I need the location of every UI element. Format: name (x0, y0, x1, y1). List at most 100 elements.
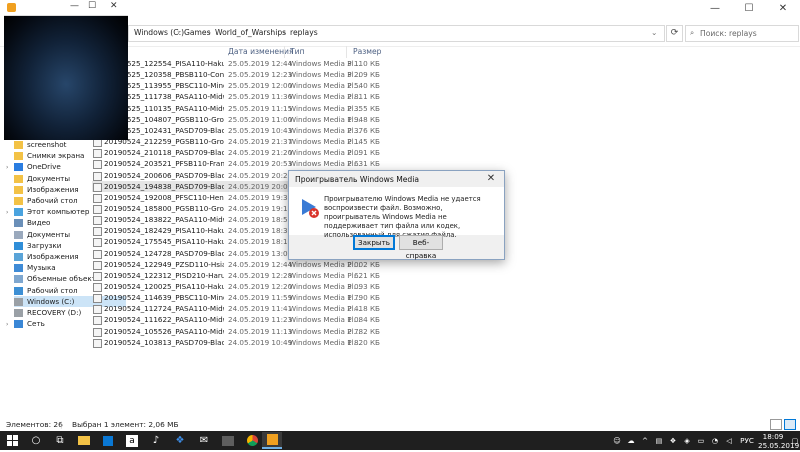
media-player-titlebar[interactable]: — ☐ ✕ (4, 0, 128, 16)
address-bar[interactable]: Windows (C:) › Games › World_of_Warships… (128, 25, 665, 42)
file-row[interactable]: 20190524_114639_PBSC110-Minotaur_00... 24… (92, 292, 382, 304)
expand-chevron-icon[interactable]: › (6, 207, 14, 218)
show-hidden-icons-icon[interactable]: ^ (640, 431, 650, 450)
game-taskbar-icon[interactable] (218, 432, 238, 449)
file-row[interactable]: 20190524_210118_PASD709-Black_16_OC... 24… (92, 147, 382, 159)
details-view-icon[interactable] (770, 419, 782, 430)
close-window-button[interactable]: ✕ (766, 0, 800, 18)
file-size: 2 782 КБ (347, 326, 380, 336)
file-row[interactable]: 20190525_122554_PISA110-Hakuryu_47_...25… (92, 58, 382, 69)
file-explorer-taskbar-icon[interactable] (74, 432, 94, 449)
media-player-taskbar-icon[interactable] (262, 432, 282, 449)
dropbox-taskbar-icon[interactable]: ❖ (170, 432, 190, 449)
notifications-icon[interactable]: ▢ (790, 431, 800, 450)
file-date: 24.05.2019 20:53 (228, 159, 293, 169)
amazon-taskbar-icon[interactable]: a (122, 432, 142, 449)
column-divider[interactable] (346, 46, 347, 58)
file-row[interactable]: 20190524_122312_PISD210-Harugumo_2... 24.… (92, 270, 382, 281)
breadcrumb-separator-icon: › (177, 28, 181, 37)
dropbox-tray-icon[interactable]: ❖ (668, 431, 678, 450)
file-row[interactable]: 20190525_111738_PASA110-Midway_45_...25.… (92, 91, 382, 103)
file-row[interactable]: 20190524_111622_PASA110-Midway_14_... 24.… (92, 314, 382, 326)
chrome-taskbar-icon[interactable] (242, 432, 262, 449)
wifi-icon[interactable]: ◔ (710, 431, 720, 450)
file-name: 20190524_194838_PASD709-Black_16_OC... (104, 181, 224, 191)
dialog-close-icon[interactable]: ✕ (478, 171, 504, 187)
file-date: 24.05.2019 11:23 (228, 315, 293, 325)
expand-chevron-icon[interactable]: › (6, 162, 14, 173)
network-tray-icon[interactable]: ▤ (654, 431, 664, 450)
column-header-size[interactable]: Размер (353, 46, 382, 58)
expand-chevron-icon[interactable]: › (6, 319, 14, 330)
amazon-music-taskbar-icon[interactable]: ♪ (146, 432, 166, 449)
pictures-folder-icon (14, 253, 23, 261)
search-input[interactable]: ⌕ Поиск: replays (685, 25, 799, 42)
maximize-button[interactable]: ☐ (732, 0, 766, 18)
nav-item-label: Документы (27, 173, 71, 183)
downloads-folder-icon (14, 241, 23, 250)
breadcrumb-separator-icon: › (283, 28, 287, 37)
file-date: 25.05.2019 11:15 (228, 103, 293, 113)
mp-close-icon[interactable]: ✕ (110, 1, 118, 11)
music-folder-icon (14, 264, 23, 273)
people-icon[interactable]: ☺ (612, 431, 622, 450)
web-help-button[interactable]: Веб-справка (399, 235, 443, 260)
file-row[interactable]: 20190524_122949_PZSD110-Hsiang-Yan... 24.… (92, 259, 382, 270)
nav-item-label: Сеть (27, 319, 45, 329)
folder-icon (14, 141, 23, 149)
file-row[interactable]: 20190524_103813_PASD709-Black_44_Pat... 2… (92, 337, 382, 348)
file-name: 20190524_185800_PGSB110-Grossdeutsc... (104, 203, 224, 213)
documents-folder-icon (14, 230, 23, 239)
nav-item-label: Видео (27, 218, 51, 228)
defender-tray-icon[interactable]: ◈ (682, 431, 692, 450)
file-row[interactable]: 20190524_212259_PGSB110-Grossdeutsc...24… (92, 136, 382, 148)
store-taskbar-icon[interactable] (98, 432, 118, 449)
breadcrumb-replays[interactable]: replays (290, 28, 318, 37)
drive-icon (14, 309, 23, 317)
file-row[interactable]: 20190524_105526_PASA110-Midway_18_... 24.… (92, 326, 382, 337)
address-dropdown-icon[interactable]: ⌄ (651, 28, 657, 37)
file-name: 20190524_200606_PASD709-Black_16_OC... (104, 170, 224, 180)
nav-item-label: Документы (27, 229, 71, 239)
file-date: 24.05.2019 12:44 (228, 259, 293, 269)
wmp-file-icon (93, 182, 102, 192)
file-date: 24.05.2019 21:37 (228, 137, 293, 147)
column-header-type[interactable]: Тип (290, 46, 305, 58)
wmp-file-icon (93, 238, 102, 248)
column-divider[interactable] (284, 46, 285, 58)
start-button[interactable] (2, 432, 22, 449)
breadcrumb-world-of-warships[interactable]: World_of_Warships (215, 28, 286, 37)
file-size: 2 376 КБ (347, 125, 380, 135)
dialog-close-button[interactable]: Закрыть (353, 235, 395, 250)
clock[interactable]: 18:09 25.05.2019 (758, 431, 799, 451)
nav-item-label: Этот компьютер (27, 207, 90, 217)
minimize-button[interactable]: — (698, 0, 732, 18)
battery-icon[interactable]: ▭ (696, 431, 706, 450)
file-row[interactable]: 20190525_110135_PASA110-Midway_19_...25.… (92, 103, 382, 114)
refresh-button[interactable]: ⟳ (666, 25, 683, 42)
onedrive-tray-icon[interactable]: ☁ (626, 431, 636, 450)
media-player-video-area[interactable] (4, 16, 128, 140)
file-row[interactable]: 20190524_120025_PISA110-Hakuryu_35_... 24… (92, 281, 382, 292)
large-icons-view-icon[interactable] (784, 419, 796, 430)
file-row[interactable]: 20190525_102431_PASD709-Black_28_na...25… (92, 125, 382, 136)
breadcrumb-games[interactable]: Games (184, 28, 211, 37)
status-bar: Элементов: 26 | Выбран 1 элемент: 2,06 М… (0, 418, 800, 431)
file-row[interactable]: 20190524_203521_PFSB110-France_50_G... 24… (92, 158, 382, 170)
language-indicator[interactable]: РУС (738, 431, 756, 450)
file-row[interactable]: 20190524_112724_PASA110-Midway_38_... 24.… (92, 303, 382, 315)
file-row[interactable]: 20190525_120358_PBSB110-Conqueror_5...25… (92, 69, 382, 81)
search-taskbar-icon[interactable]: ○ (26, 432, 46, 449)
mail-taskbar-icon[interactable]: ✉ (194, 432, 214, 449)
mp-minimize-icon[interactable]: — (70, 1, 79, 11)
file-date: 25.05.2019 11:36 (228, 92, 293, 102)
status-divider: | (60, 420, 63, 429)
file-size: 2 091 КБ (347, 148, 380, 158)
cloud-icon (14, 163, 23, 172)
mp-maximize-icon[interactable]: ☐ (88, 1, 96, 11)
file-row[interactable]: 20190525_113955_PBSC110-Minotaur_35...25… (92, 80, 382, 92)
task-view-icon[interactable]: ⧉ (50, 432, 70, 449)
file-name: 20190524_210118_PASD709-Black_16_OC... (104, 148, 224, 158)
file-row[interactable]: 20190525_104807_PGSB110-Grossdeutsc...25… (92, 114, 382, 125)
volume-icon[interactable]: ◁ (724, 431, 734, 450)
